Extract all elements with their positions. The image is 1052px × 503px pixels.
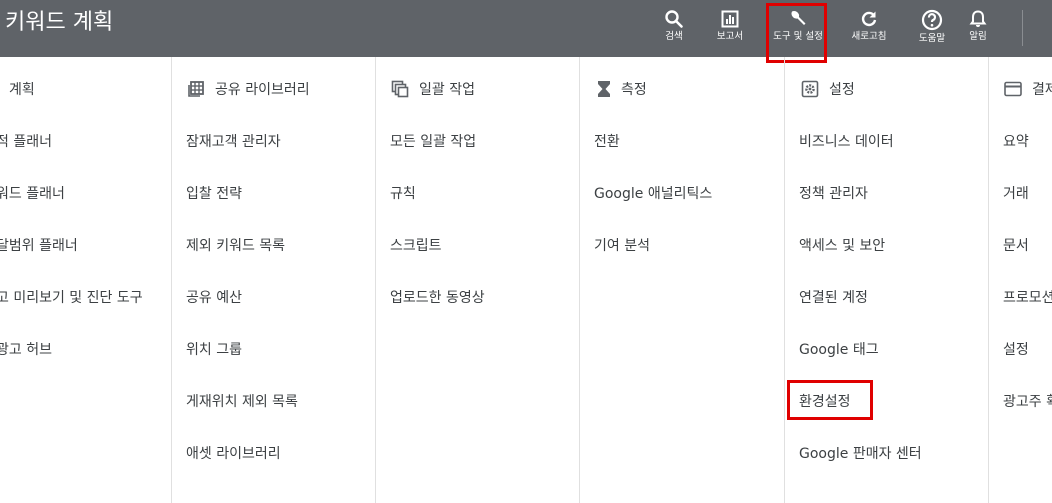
menu-item[interactable]: 광고 허브 [0, 339, 52, 359]
notifications-button[interactable]: 알림 [962, 0, 994, 57]
billing-icon [1004, 81, 1022, 97]
column-billing: 결제 요약 거래 문서 프로모션 설정 광고주 확인 [988, 57, 1052, 503]
help-button[interactable]: 도움말 [914, 0, 950, 57]
top-bar: 키워드 계획 검색 보고서 도구 및 설정 새로고침 도움말 알림 [0, 0, 1052, 57]
column-heading-billing: 결제 [1004, 79, 1052, 99]
settings-icon [801, 80, 819, 98]
bell-icon [969, 10, 987, 27]
menu-item[interactable]: 공유 예산 [186, 287, 242, 307]
menu-item[interactable]: 설정 [1003, 339, 1029, 359]
refresh-icon [861, 11, 877, 27]
reports-button[interactable]: 보고서 [710, 0, 750, 57]
menu-item[interactable]: 문서 [1003, 235, 1029, 255]
menu-item[interactable]: 제외 키워드 목록 [186, 235, 285, 255]
page-title: 키워드 계획 [5, 10, 114, 35]
menu-item[interactable]: 규칙 [390, 183, 416, 203]
menu-item[interactable]: 잠재고객 관리자 [186, 131, 281, 151]
menu-item[interactable]: 기여 분석 [594, 235, 650, 255]
refresh-button[interactable]: 새로고침 [846, 0, 892, 57]
menu-item[interactable]: 적 플래너 [0, 131, 52, 151]
menu-item[interactable]: 광고주 확인 [1003, 391, 1052, 411]
menu-item[interactable]: Google 판매자 센터 [799, 443, 922, 463]
search-icon [665, 10, 683, 28]
menu-item[interactable]: Google 애널리틱스 [594, 183, 712, 203]
highlight-tools-button [766, 3, 827, 63]
column-heading-shared-library: 공유 라이브러리 [187, 79, 310, 99]
column-heading-bulk-actions: 일괄 작업 [391, 79, 475, 99]
column-heading-settings: 설정 [801, 79, 855, 99]
menu-item[interactable]: 거래 [1003, 183, 1029, 203]
menu-item[interactable]: 고 미리보기 및 진단 도구 [0, 287, 143, 307]
bulk-actions-icon [391, 80, 409, 98]
column-bulk-actions: 일괄 작업 모든 일괄 작업 규칙 스크립트 업로드한 동영상 [375, 57, 580, 503]
hourglass-icon [598, 81, 610, 97]
menu-item[interactable]: 연결된 계정 [799, 287, 868, 307]
search-label: 검색 [665, 31, 683, 42]
highlight-preferences [787, 380, 873, 420]
menu-item[interactable]: 입찰 전략 [186, 183, 242, 203]
menu-item[interactable]: 정책 관리자 [799, 183, 868, 203]
search-button[interactable]: 검색 [657, 0, 691, 57]
column-measurement: 측정 전환 Google 애널리틱스 기여 분석 [579, 57, 785, 503]
column-heading-planning: 계획 [9, 82, 35, 98]
menu-item[interactable]: 달범위 플래너 [0, 235, 78, 255]
menu-item[interactable]: 비즈니스 데이터 [799, 131, 894, 151]
tools-menu: 계획 적 플래너 워드 플래너 달범위 플래너 고 미리보기 및 진단 도구 광… [0, 57, 1052, 503]
column-heading-measurement: 측정 [597, 79, 647, 99]
menu-item[interactable]: 프로모션 [1003, 287, 1052, 307]
reports-label: 보고서 [716, 31, 744, 42]
menu-item[interactable]: 전환 [594, 131, 620, 151]
notifications-label: 알림 [969, 31, 987, 42]
column-shared-library: 공유 라이브러리 잠재고객 관리자 입찰 전략 제외 키워드 목록 공유 예산 … [171, 57, 376, 503]
menu-item[interactable]: 애셋 라이브러리 [186, 443, 281, 463]
menu-item[interactable]: 스크립트 [390, 235, 442, 255]
help-icon [921, 9, 943, 31]
column-settings: 설정 비즈니스 데이터 정책 관리자 액세스 및 보안 연결된 계정 Googl… [784, 57, 989, 503]
column-planning: 계획 적 플래너 워드 플래너 달범위 플래너 고 미리보기 및 진단 도구 광… [0, 57, 172, 503]
menu-item[interactable]: 게재위치 제외 목록 [186, 391, 298, 411]
reports-icon [721, 10, 739, 28]
refresh-label: 새로고침 [851, 31, 887, 42]
menu-item[interactable]: 요약 [1003, 131, 1029, 151]
menu-item[interactable]: 업로드한 동영상 [390, 287, 485, 307]
menu-item[interactable]: 위치 그룹 [186, 339, 242, 359]
menu-item[interactable]: 워드 플래너 [0, 183, 65, 203]
menu-item[interactable]: 액세스 및 보안 [799, 235, 885, 255]
help-label: 도움말 [918, 33, 946, 44]
topbar-divider [1022, 10, 1023, 46]
library-icon [188, 81, 204, 97]
menu-item[interactable]: 모든 일괄 작업 [390, 131, 476, 151]
menu-item[interactable]: Google 태그 [799, 339, 879, 359]
